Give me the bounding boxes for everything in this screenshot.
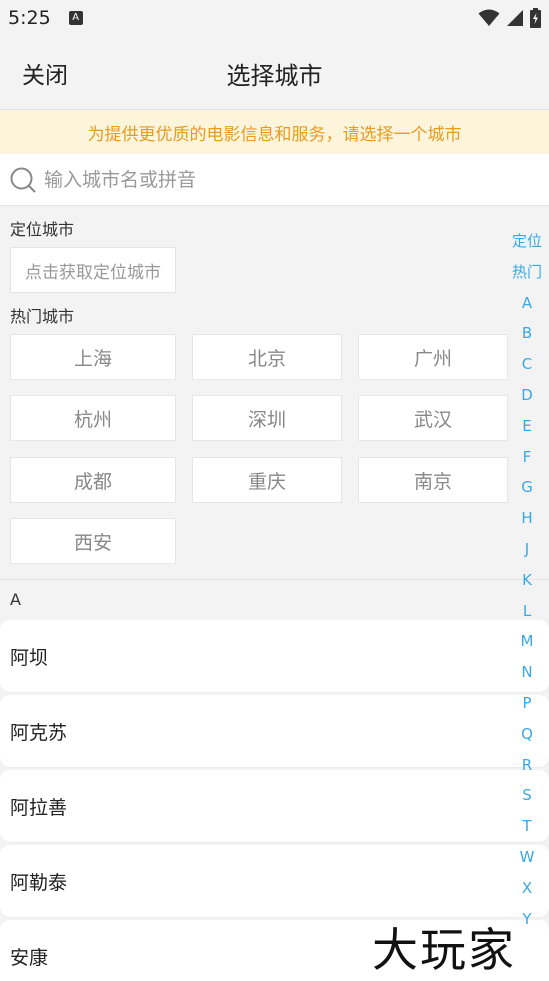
index-item-m[interactable]: M [521, 626, 534, 657]
hot-city-chongqing[interactable]: 重庆 [192, 457, 342, 503]
search-icon [10, 167, 36, 193]
city-row[interactable]: 阿勒泰 [0, 845, 549, 917]
index-item-c[interactable]: C [522, 349, 532, 380]
header: 关闭 选择城市 [0, 36, 549, 110]
index-item-w[interactable]: W [520, 842, 535, 873]
index-item-d[interactable]: D [521, 380, 533, 411]
get-location-button[interactable]: 点击获取定位城市 [10, 247, 176, 293]
city-row[interactable]: 阿克苏 [0, 695, 549, 767]
watermark-logo: 大玩家 [372, 923, 516, 977]
index-item-q[interactable]: Q [521, 719, 533, 750]
city-row[interactable]: 阿拉善 [0, 770, 549, 842]
index-item-e[interactable]: E [522, 411, 531, 442]
index-item-j[interactable]: J [525, 534, 529, 565]
cell-signal-icon [507, 10, 523, 26]
status-time: 5:25 [8, 7, 51, 29]
index-item-a[interactable]: A [522, 288, 532, 319]
alphabet-index-bar: 定位 热门 A B C D E F G H J K L M N P Q R S … [505, 226, 549, 934]
hot-city-shenzhen[interactable]: 深圳 [192, 395, 342, 441]
hot-section-label: 热门城市 [10, 307, 75, 326]
index-item-p[interactable]: P [522, 688, 531, 719]
hot-city-wuhan[interactable]: 武汉 [358, 395, 508, 441]
index-item-y[interactable]: Y [522, 904, 531, 935]
notification-icon: A [68, 11, 83, 25]
hot-city-shanghai[interactable]: 上海 [10, 334, 176, 380]
hot-city-chengdu[interactable]: 成都 [10, 457, 176, 503]
index-item-location[interactable]: 定位 [512, 226, 542, 257]
index-item-h[interactable]: H [521, 503, 532, 534]
hot-city-guangzhou[interactable]: 广州 [358, 334, 508, 380]
index-item-s[interactable]: S [522, 780, 532, 811]
index-item-k[interactable]: K [522, 565, 532, 596]
hot-city-nanjing[interactable]: 南京 [358, 457, 508, 503]
index-item-hot[interactable]: 热门 [512, 257, 542, 288]
hot-city-beijing[interactable]: 北京 [192, 334, 342, 380]
index-item-l[interactable]: L [523, 596, 531, 627]
index-item-r[interactable]: R [522, 750, 532, 781]
page-title: 选择城市 [226, 62, 323, 90]
index-item-n[interactable]: N [521, 657, 532, 688]
status-bar: 5:25 A [0, 0, 549, 36]
wifi-icon [478, 9, 500, 26]
index-item-g[interactable]: G [521, 472, 533, 503]
city-row[interactable]: 阿坝 [0, 620, 549, 692]
hot-city-xian[interactable]: 西安 [10, 518, 176, 564]
index-item-b[interactable]: B [522, 318, 532, 349]
index-item-x[interactable]: X [522, 873, 532, 904]
battery-icon [530, 8, 541, 28]
group-header-a: A [0, 579, 549, 619]
index-item-f[interactable]: F [523, 442, 532, 473]
status-icons [478, 8, 541, 28]
search-input[interactable] [44, 168, 504, 191]
index-item-t[interactable]: T [522, 811, 531, 842]
location-section-label: 定位城市 [10, 220, 75, 239]
hot-city-hangzhou[interactable]: 杭州 [10, 395, 176, 441]
search-bar [0, 154, 549, 206]
notice-banner: 为提供更优质的电影信息和服务，请选择一个城市 [0, 110, 549, 154]
